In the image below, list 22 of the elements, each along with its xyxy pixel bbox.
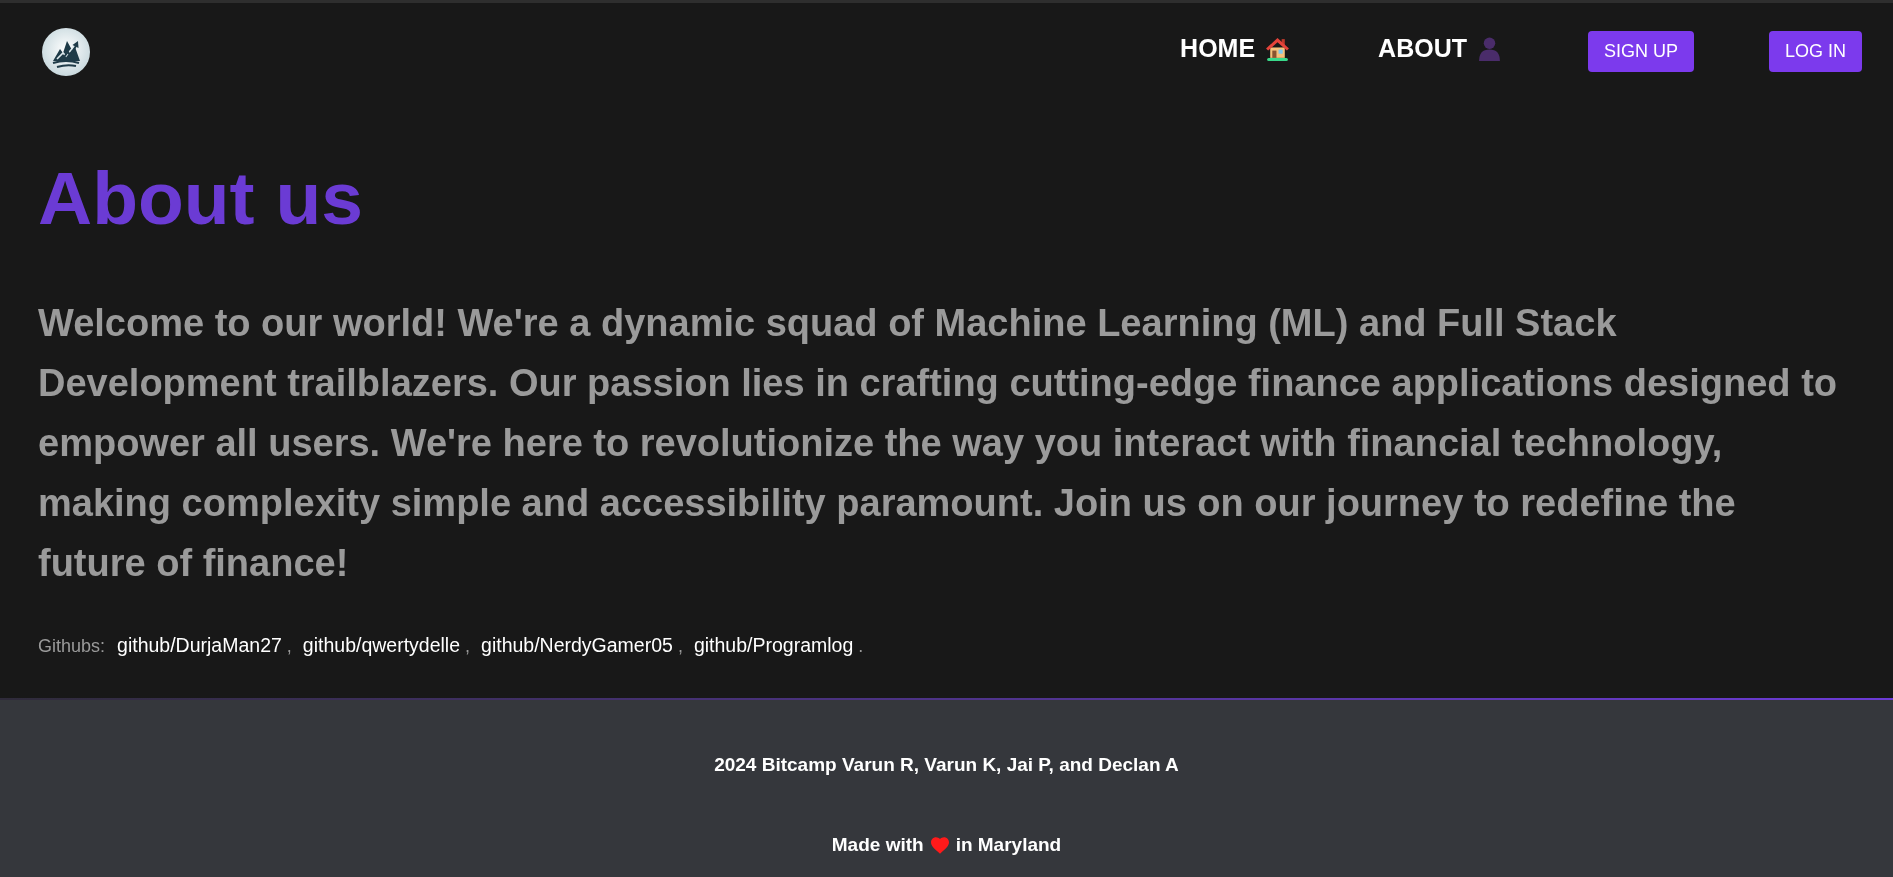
githubs-label: Githubs: xyxy=(38,635,106,658)
nav-link[interactable]: HOME xyxy=(1180,34,1291,63)
mountain-logo-icon[interactable] xyxy=(42,27,90,76)
footer-credit: 2024 Bitcamp Varun R, Varun K, Jai P, and Declan A xyxy=(714,754,1179,776)
made-with-text: Made with xyxy=(831,834,924,856)
punctuation: , xyxy=(465,635,471,658)
location-text: in Maryland xyxy=(955,834,1062,856)
intro-paragraph: Welcome to our world! We're a dynamic squad of Machine Learning (ML) and Full Stack Development trailblazers. Our passion lies in crafting cutting-edge finance applications designed to empower all users. We're here to revolutionize the way you interact with financial technology, making complexity simple and accessibility paramount. Join us on our journey to redefine the future of finance! xyxy=(38,301,1838,586)
github-link[interactable]: github/qwertydelle xyxy=(302,633,461,657)
page-title: About us xyxy=(38,155,363,242)
sign-up-button[interactable]: SIGN UP xyxy=(1587,31,1694,72)
heart-icon xyxy=(930,836,949,854)
punctuation: . xyxy=(858,635,864,658)
person-icon xyxy=(1476,36,1502,61)
github-link[interactable]: github/DurjaMan27 xyxy=(117,633,282,657)
punctuation: , xyxy=(286,635,292,658)
house-icon xyxy=(1265,36,1291,61)
github-link[interactable]: github/Programlog xyxy=(693,633,854,657)
log-in-button[interactable]: LOG IN xyxy=(1769,31,1862,72)
punctuation: , xyxy=(677,635,683,658)
github-link[interactable]: github/NerdyGamer05 xyxy=(481,633,673,657)
nav-link[interactable]: ABOUT xyxy=(1378,34,1502,63)
